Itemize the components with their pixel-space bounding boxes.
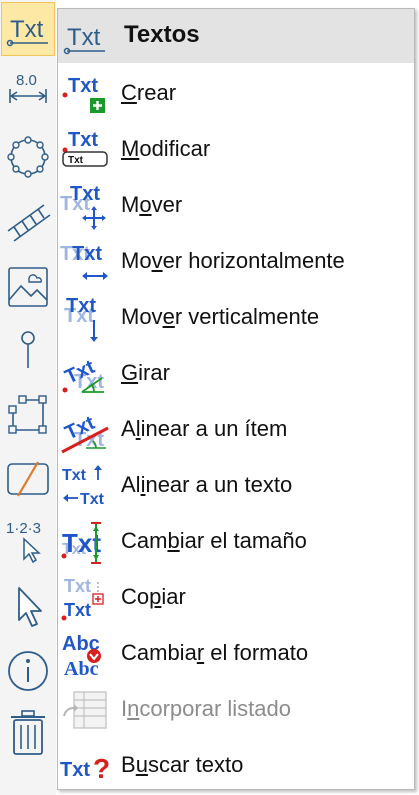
- slash-frame-tool-button[interactable]: [1, 452, 55, 506]
- menu-item-mover[interactable]: Txt Txt Mover: [58, 178, 414, 234]
- image-tool-icon: [8, 267, 48, 307]
- menu-item-mover-verticalmente[interactable]: Txt Txt Mover verticalmente: [58, 290, 414, 346]
- dimension-tool-button[interactable]: 8.0: [1, 60, 55, 114]
- svg-text:8.0: 8.0: [16, 72, 37, 89]
- texts-tool-button[interactable]: Txt: [1, 2, 55, 56]
- svg-text:Txt: Txt: [72, 243, 102, 265]
- move-text-icon: Txt Txt: [60, 183, 106, 230]
- texts-header-icon: Txt: [63, 24, 105, 55]
- info-tool-icon: [8, 651, 48, 691]
- import-list-icon: [63, 691, 107, 729]
- numbering-tool-button[interactable]: 1·2·3: [1, 514, 55, 568]
- menu-item-alinear-a-un-texto[interactable]: Txt Txt Alinear a un texto: [58, 458, 414, 514]
- texts-popup-menu: Txt Textos Txt Crear Txt Txt Modificar T…: [57, 8, 415, 790]
- menu-item-mover-horizontalmente[interactable]: Txt Txt Mover horizontalmente: [58, 234, 414, 290]
- texts-tool-icon: Txt: [6, 16, 48, 47]
- svg-text:Txt: Txt: [64, 600, 91, 620]
- search-text-icon: Txt ?: [60, 753, 110, 784]
- menu-item-crear[interactable]: Txt Crear: [58, 66, 414, 122]
- circle-symbol-tool-button[interactable]: [1, 130, 55, 184]
- svg-text:?: ?: [93, 753, 110, 784]
- select-arrow-tool-icon: [18, 587, 42, 627]
- rotate-text-icon: Txt Txt: [62, 356, 105, 393]
- trash-tool-button[interactable]: [1, 706, 55, 760]
- polygon-tool-icon: [8, 395, 47, 434]
- menu-item-alinear-a-un-item[interactable]: Txt Txt Alinear a un ítem: [58, 402, 414, 458]
- align-item-icon: Txt Txt: [61, 412, 109, 454]
- modify-text-icon: Txt Txt: [62, 129, 108, 167]
- svg-text:Txt: Txt: [68, 129, 98, 151]
- dimension-tool-icon: 8.0: [9, 72, 47, 103]
- change-format-icon: Abc Abc: [62, 633, 101, 678]
- polygon-tool-button[interactable]: [1, 388, 55, 442]
- numbering-tool-icon: 1·2·3: [6, 520, 41, 564]
- circle-symbol-tool-icon: [7, 136, 49, 178]
- svg-text:Txt: Txt: [64, 576, 91, 596]
- menu-item-copiar[interactable]: Txt Txt Copiar: [58, 570, 414, 626]
- svg-text:Txt: Txt: [70, 183, 100, 205]
- move-vertical-icon: Txt Txt: [64, 295, 98, 342]
- menu-title: Textos: [124, 21, 200, 48]
- menu-item-cambiar-el-tamano[interactable]: Txt Txt Cambiar el tamaño: [58, 514, 414, 570]
- menu-item-incorporar-listado: Incorporar listado: [58, 682, 414, 738]
- tools-sidebar: Txt 8.0 1·2·3: [0, 0, 56, 795]
- menu-item-modificar[interactable]: Txt Txt Modificar: [58, 122, 414, 178]
- svg-text:Txt: Txt: [60, 759, 90, 781]
- svg-text:Txt: Txt: [62, 467, 87, 484]
- menu-item-cambiar-el-formato[interactable]: Abc Abc Cambiar el formato: [58, 626, 414, 682]
- slash-frame-tool-icon: [7, 461, 49, 497]
- svg-text:Txt: Txt: [10, 16, 44, 43]
- menu-item-buscar-texto[interactable]: Txt ? Buscar texto: [58, 738, 414, 794]
- pin-tool-icon: [21, 331, 35, 368]
- svg-text:Txt: Txt: [66, 295, 96, 317]
- copy-text-icon: Txt Txt: [61, 576, 104, 621]
- create-text-icon: Txt: [62, 75, 105, 113]
- menu-header: Txt Textos: [58, 9, 414, 63]
- menu-item-girar[interactable]: Txt Txt Girar: [58, 346, 414, 402]
- svg-text:1·2·3: 1·2·3: [6, 520, 41, 537]
- move-horizontal-icon: Txt Txt: [60, 243, 108, 280]
- select-arrow-tool-button[interactable]: [1, 580, 55, 634]
- align-text-icon: Txt Txt: [62, 465, 105, 508]
- svg-text:Txt: Txt: [67, 24, 101, 51]
- svg-text:Txt: Txt: [68, 75, 98, 97]
- image-tool-button[interactable]: [1, 260, 55, 314]
- svg-text:Txt: Txt: [80, 491, 105, 508]
- trash-tool-icon: [11, 710, 45, 755]
- info-tool-button[interactable]: [1, 644, 55, 698]
- svg-text:Txt: Txt: [68, 155, 84, 166]
- pin-tool-button[interactable]: [1, 322, 55, 376]
- ladder-tool-icon: [7, 204, 51, 242]
- ladder-tool-button[interactable]: [1, 196, 55, 250]
- resize-text-icon: Txt Txt: [61, 522, 101, 564]
